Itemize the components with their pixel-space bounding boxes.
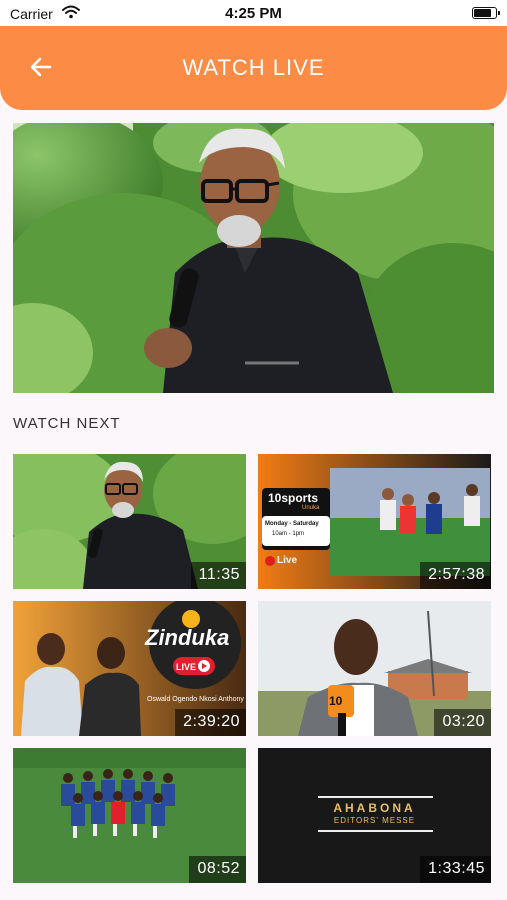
show-title: Zinduka: [145, 625, 230, 650]
video-card[interactable]: 10sports Unuka Monday - Saturday 10am - …: [258, 454, 491, 589]
caption-line-1: AHABONA: [333, 801, 416, 815]
video-card[interactable]: AHABONA EDITORS' MESSE 1:33:45: [258, 748, 491, 883]
video-duration: 2:57:38: [420, 562, 491, 589]
live-label: Live: [277, 555, 298, 566]
watch-next-title: WATCH NEXT: [13, 415, 121, 432]
video-card[interactable]: Zinduka LIVE Oswald Ogendo Nkosi Anthony…: [13, 601, 246, 736]
status-time: 4:25 PM: [225, 5, 282, 22]
channel-brand-sub: Unuka: [302, 505, 320, 511]
live-badge: LIVE: [176, 662, 197, 672]
video-duration: 03:20: [434, 709, 491, 736]
video-card[interactable]: 11:35: [13, 454, 246, 589]
page-title: WATCH LIVE: [182, 55, 325, 80]
presenter-names: Oswald Ogendo Nkosi Anthony: [147, 696, 244, 703]
battery-fill: [474, 9, 492, 17]
mic-flag-label: 10: [329, 694, 343, 708]
live-video-player[interactable]: [13, 123, 494, 393]
status-bar: Carrier 4:25 PM: [0, 0, 507, 26]
video-card[interactable]: 08:52: [13, 748, 246, 883]
schedule-days: Monday - Saturday: [265, 521, 319, 527]
channel-brand: 10sports: [268, 491, 319, 505]
battery-icon: [472, 7, 500, 19]
schedule-time: 10am - 1pm: [272, 531, 305, 537]
video-duration: 2:39:20: [175, 709, 246, 736]
video-duration: 1:33:45: [420, 856, 491, 883]
video-duration: 08:52: [189, 856, 246, 883]
app-header: WATCH LIVE: [0, 26, 507, 110]
caption-line-2: EDITORS' MESSE: [333, 816, 416, 825]
video-card[interactable]: 10 03:20: [258, 601, 491, 736]
video-duration: 11:35: [190, 562, 246, 589]
live-video-frame: [13, 123, 494, 393]
